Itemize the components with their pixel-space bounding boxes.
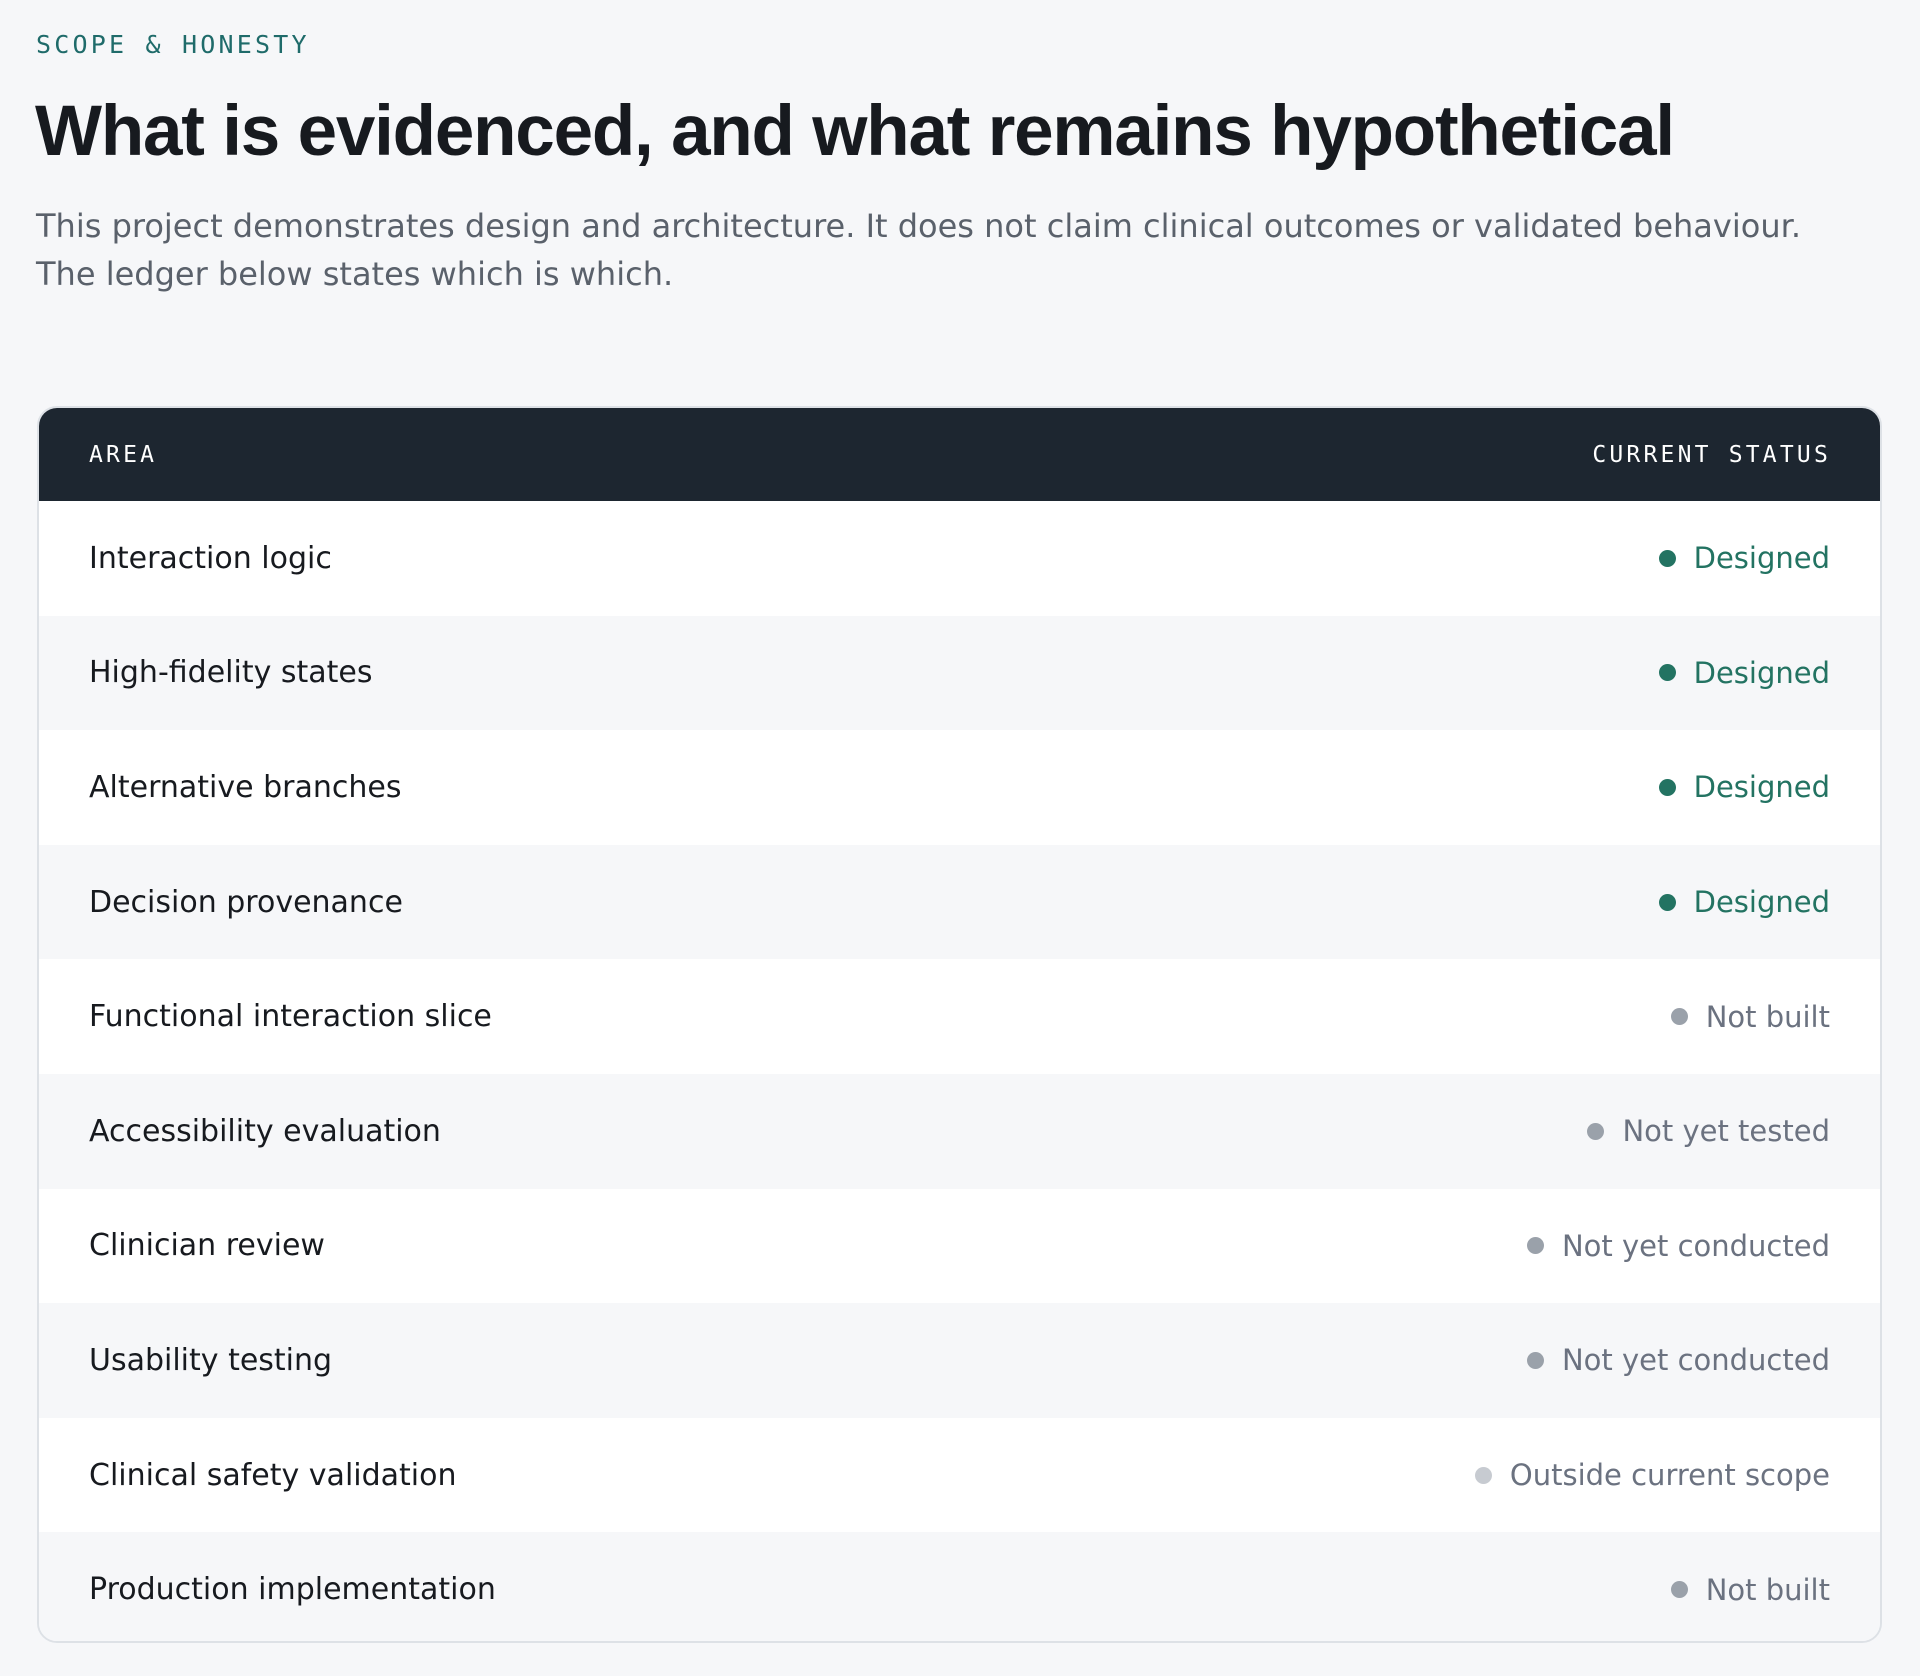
status-ledger-table: AREA CURRENT STATUS Interaction logic Des… [37, 406, 1882, 1643]
status-dot-icon [1658, 549, 1676, 567]
status-dot-icon [1670, 1581, 1688, 1599]
status-label: Designed [1693, 541, 1830, 576]
area-name: Production implementation [89, 1572, 496, 1608]
section-eyebrow: SCOPE & HONESTY [36, 30, 310, 59]
column-header-area: AREA [89, 441, 158, 468]
area-name: Clinical safety validation [89, 1457, 457, 1493]
status-dot-icon [1658, 664, 1676, 682]
status-label: Not yet conducted [1561, 1228, 1830, 1263]
status-badge: Outside current scope [1474, 1458, 1830, 1493]
status-label: Designed [1693, 885, 1830, 920]
status-label: Designed [1693, 655, 1830, 690]
table-row: Clinician review Not yet conducted [39, 1188, 1880, 1304]
status-badge: Designed [1658, 655, 1830, 690]
column-header-current-status: CURRENT STATUS [1592, 441, 1831, 468]
status-dot-icon [1670, 1008, 1688, 1026]
area-name: Decision provenance [89, 884, 403, 920]
area-name: Clinician review [89, 1228, 325, 1264]
area-name: Accessibility evaluation [89, 1113, 441, 1149]
table-row: Usability testing Not yet conducted [39, 1303, 1880, 1418]
page-subtitle: This project demonstrates design and arc… [36, 207, 1801, 293]
status-badge: Not yet tested [1587, 1114, 1830, 1148]
status-dot-icon [1658, 778, 1676, 796]
page-title: What is evidenced, and what remains hypo… [35, 92, 1675, 171]
area-name: Functional interaction slice [89, 999, 492, 1035]
scope-honesty-page: SCOPE & HONESTY What is evidenced, and w… [0, 0, 1920, 1676]
status-label: Not built [1705, 999, 1830, 1034]
status-dot-icon [1526, 1237, 1544, 1255]
ledger-header: AREA CURRENT STATUS [39, 408, 1880, 501]
table-row: Functional interaction slice Not built [39, 959, 1880, 1074]
table-row: Accessibility evaluation Not yet tested [39, 1073, 1880, 1189]
status-badge: Not built [1670, 1572, 1830, 1607]
status-dot-icon [1474, 1466, 1492, 1484]
status-badge: Designed [1658, 770, 1830, 805]
status-badge: Not built [1670, 999, 1830, 1034]
status-label: Outside current scope [1509, 1458, 1830, 1493]
area-name: Interaction logic [89, 540, 332, 576]
status-dot-icon [1587, 1122, 1605, 1140]
area-name: Alternative branches [89, 769, 402, 805]
table-row: Decision provenance Designed [39, 844, 1880, 960]
area-name: Usability testing [89, 1342, 333, 1378]
status-badge: Not yet conducted [1526, 1343, 1830, 1378]
status-dot-icon [1658, 893, 1676, 911]
ledger-rows: Interaction logic Designed High-fidelity s… [39, 501, 1880, 1641]
status-label: Designed [1693, 770, 1830, 805]
status-badge: Designed [1658, 885, 1830, 920]
status-label: Not built [1705, 1572, 1830, 1607]
table-row: Interaction logic Designed [39, 501, 1880, 616]
table-row: Production implementation Not built [39, 1532, 1880, 1641]
status-label: Not yet conducted [1561, 1343, 1830, 1378]
area-name: High-fidelity states [89, 655, 373, 691]
table-row: High-fidelity states Designed [39, 615, 1880, 731]
table-row: Clinical safety validation Outside curren… [39, 1417, 1880, 1533]
status-badge: Designed [1658, 541, 1830, 576]
status-label: Not yet tested [1622, 1114, 1830, 1149]
status-dot-icon [1526, 1351, 1544, 1369]
status-badge: Not yet conducted [1526, 1228, 1830, 1263]
table-row: Alternative branches Designed [39, 730, 1880, 845]
